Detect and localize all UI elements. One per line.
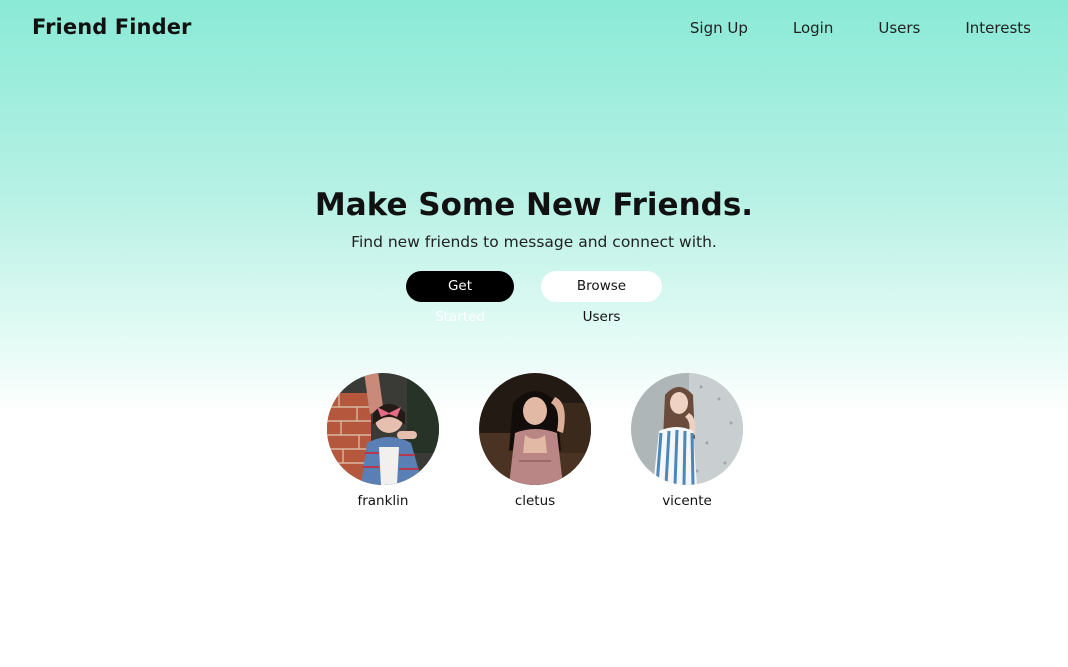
user-photo: [479, 373, 591, 485]
browse-users-button[interactable]: Browse Users: [541, 271, 662, 325]
nav-links: Sign Up Login Users Interests: [690, 19, 1031, 37]
top-navbar: Friend Finder Sign Up Login Users Intere…: [0, 0, 1068, 60]
hero-section: Make Some New Friends. Find new friends …: [0, 185, 1068, 325]
user-photo: [631, 373, 743, 485]
user-name[interactable]: vicente: [662, 492, 712, 510]
nav-link-users[interactable]: Users: [878, 19, 920, 37]
brand-logo[interactable]: Friend Finder: [32, 15, 192, 39]
user-name[interactable]: franklin: [357, 492, 408, 510]
hero-actions: Get Started Browse Users: [0, 271, 1068, 325]
user-photo: [327, 373, 439, 485]
avatar[interactable]: [631, 373, 743, 485]
user-card-franklin[interactable]: franklin: [327, 373, 439, 510]
get-started-button[interactable]: Get Started: [406, 271, 514, 325]
user-card-vicente[interactable]: vicente: [631, 373, 743, 510]
user-card-cletus[interactable]: cletus: [479, 373, 591, 510]
avatar[interactable]: [327, 373, 439, 485]
hero-subtitle: Find new friends to message and connect …: [351, 233, 717, 251]
nav-link-login[interactable]: Login: [793, 19, 833, 37]
avatar[interactable]: [479, 373, 591, 485]
featured-users: franklin cletus vicente: [0, 373, 1068, 510]
hero-title: Make Some New Friends.: [314, 187, 754, 223]
nav-link-sign-up[interactable]: Sign Up: [690, 19, 748, 37]
user-name[interactable]: cletus: [515, 492, 555, 510]
nav-link-interests[interactable]: Interests: [965, 19, 1031, 37]
